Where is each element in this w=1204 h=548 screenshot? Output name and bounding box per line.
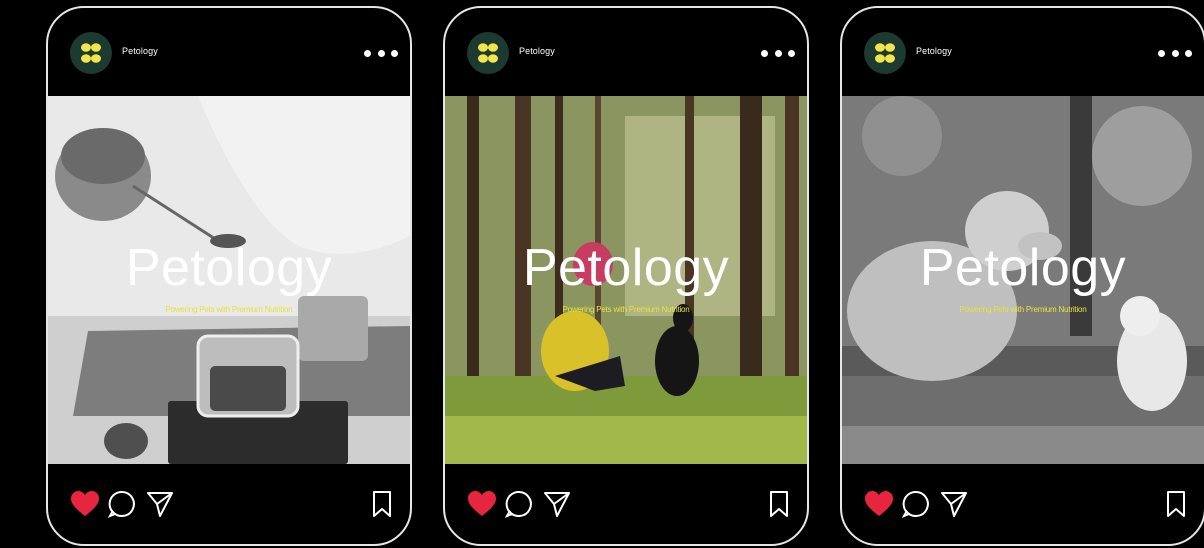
post-title: Petology (919, 239, 1127, 297)
post-actions (842, 464, 1204, 544)
post-image: Petology Powering Pets with Premium Nutr… (842, 96, 1204, 464)
comment-icon[interactable] (902, 490, 930, 518)
comment-icon[interactable] (108, 490, 136, 518)
post-tagline: Powering Pets with Premium Nutrition (959, 305, 1087, 314)
post-title: Petology (522, 239, 730, 297)
petology-logo-icon[interactable] (864, 32, 906, 74)
post-tagline: Powering Pets with Premium Nutrition (165, 305, 293, 314)
send-icon[interactable] (940, 490, 968, 518)
account-name[interactable]: Petology (916, 46, 952, 56)
comment-icon[interactable] (505, 490, 533, 518)
post-header: Petology (445, 8, 807, 96)
petology-logo-icon[interactable] (70, 32, 112, 74)
petology-logo-icon[interactable] (467, 32, 509, 74)
post-image: Petology Powering Pets with Premium Nutr… (445, 96, 807, 464)
post-actions (48, 464, 410, 544)
bookmark-icon[interactable] (372, 490, 392, 518)
more-options-icon[interactable] (761, 44, 795, 62)
more-options-icon[interactable] (364, 44, 398, 62)
post-card-1: Petology Petology Powering Pets with Pre… (46, 6, 412, 546)
post-actions (445, 464, 807, 544)
send-icon[interactable] (146, 490, 174, 518)
more-options-icon[interactable] (1158, 44, 1192, 62)
post-tagline: Powering Pets with Premium Nutrition (562, 305, 690, 314)
heart-icon[interactable] (467, 490, 497, 518)
send-icon[interactable] (543, 490, 571, 518)
post-header: Petology (48, 8, 410, 96)
post-title: Petology (125, 239, 333, 297)
account-name[interactable]: Petology (519, 46, 555, 56)
post-card-3: Petology Petology Powering Pets with Pre… (840, 6, 1204, 546)
post-image: Petology Powering Pets with Premium Nutr… (48, 96, 410, 464)
account-name[interactable]: Petology (122, 46, 158, 56)
post-card-2: Petology Petology Powering Pets with Pre… (443, 6, 809, 546)
post-header: Petology (842, 8, 1204, 96)
bookmark-icon[interactable] (769, 490, 789, 518)
heart-icon[interactable] (70, 490, 100, 518)
heart-icon[interactable] (864, 490, 894, 518)
bookmark-icon[interactable] (1166, 490, 1186, 518)
